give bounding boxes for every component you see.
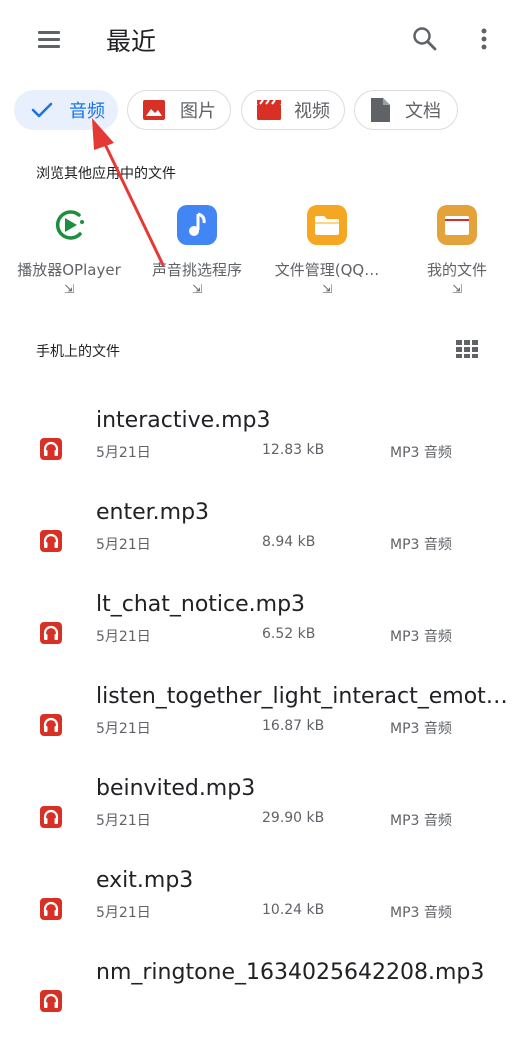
file-date: 5月21日 — [96, 445, 151, 461]
filter-chip-image[interactable]: 图片 — [127, 90, 231, 130]
file-date: 5月21日 — [96, 721, 151, 737]
file-type: MP3 音频 — [390, 537, 452, 553]
file-name: listen_together_light_interact_emot… — [96, 684, 508, 709]
search-icon[interactable] — [410, 24, 440, 54]
file-size: 12.83 kB — [262, 442, 325, 458]
chip-label: 图片 — [180, 101, 216, 122]
file-size: 29.90 kB — [262, 810, 325, 826]
headphones-icon — [40, 990, 62, 1012]
section-header-other-apps: 浏览其他应用中的文件 — [36, 166, 176, 182]
hamburger-icon[interactable] — [36, 28, 62, 50]
file-row[interactable]: exit.mp3 5月21日 10.24 kB MP3 音频 — [0, 868, 530, 960]
file-row[interactable]: nm_ringtone_1634025642208.mp3 — [0, 960, 530, 1052]
app-name: 播放器OPlayer — [17, 261, 121, 279]
play-circle-icon — [49, 205, 89, 245]
folder-icon — [437, 205, 477, 245]
file-type: MP3 音频 — [390, 629, 452, 645]
filter-chip-document[interactable]: 文档 — [354, 90, 458, 130]
file-name: beinvited.mp3 — [96, 776, 256, 801]
app-name: 文件管理(QQ… — [274, 261, 380, 279]
headphones-icon — [40, 806, 62, 828]
file-row[interactable]: enter.mp3 5月21日 8.94 kB MP3 音频 — [0, 500, 530, 592]
open-external-icon: ⇲ — [321, 282, 333, 296]
image-icon — [142, 99, 166, 121]
app-qq-file-manager[interactable]: 文件管理(QQ… ⇲ — [262, 205, 392, 296]
open-external-icon: ⇲ — [63, 282, 75, 296]
file-date: 5月21日 — [96, 629, 151, 645]
file-type: MP3 音频 — [390, 905, 452, 921]
file-date: 5月21日 — [96, 905, 151, 921]
filter-chip-audio[interactable]: 音频 — [14, 90, 118, 130]
file-type: MP3 音频 — [390, 445, 452, 461]
file-row[interactable]: interactive.mp3 5月21日 12.83 kB MP3 音频 — [0, 408, 530, 500]
headphones-icon — [40, 438, 62, 460]
check-icon — [31, 101, 53, 119]
headphones-icon — [40, 530, 62, 552]
page-title: 最近 — [106, 27, 157, 56]
headphones-icon — [40, 898, 62, 920]
app-sound-picker[interactable]: 声音挑选程序 ⇲ — [132, 205, 262, 296]
top-app-bar: 最近 — [0, 0, 530, 80]
file-row[interactable]: lt_chat_notice.mp3 5月21日 6.52 kB MP3 音频 — [0, 592, 530, 684]
chip-label: 音频 — [69, 101, 105, 122]
headphones-icon — [40, 714, 62, 736]
file-row[interactable]: listen_together_light_interact_emot… 5月21… — [0, 684, 530, 776]
file-name: enter.mp3 — [96, 500, 210, 525]
grid-view-icon[interactable] — [455, 339, 479, 359]
file-name: interactive.mp3 — [96, 408, 271, 433]
chip-label: 视频 — [294, 101, 330, 122]
file-size: 8.94 kB — [262, 534, 316, 550]
document-icon — [369, 97, 391, 123]
folder-icon — [307, 205, 347, 245]
file-name: nm_ringtone_1634025642208.mp3 — [96, 960, 485, 985]
file-date: 5月21日 — [96, 537, 151, 553]
chip-label: 文档 — [405, 101, 441, 122]
headphones-icon — [40, 622, 62, 644]
video-icon — [256, 99, 282, 121]
open-external-icon: ⇲ — [451, 282, 463, 296]
app-my-files[interactable]: 我的文件 ⇲ — [392, 205, 522, 296]
app-name: 我的文件 — [426, 261, 487, 279]
app-oplayer[interactable]: 播放器OPlayer ⇲ — [4, 205, 134, 296]
file-type: MP3 音频 — [390, 721, 452, 737]
file-date: 5月21日 — [96, 813, 151, 829]
open-external-icon: ⇲ — [191, 282, 203, 296]
filter-chip-video[interactable]: 视频 — [241, 90, 345, 130]
app-name: 声音挑选程序 — [151, 261, 242, 279]
file-name: exit.mp3 — [96, 868, 194, 893]
file-name: lt_chat_notice.mp3 — [96, 592, 306, 617]
section-header-phone-files: 手机上的文件 — [36, 344, 120, 360]
file-size: 10.24 kB — [262, 902, 325, 918]
file-size: 16.87 kB — [262, 718, 325, 734]
more-vert-icon[interactable] — [474, 24, 494, 54]
music-note-icon — [177, 205, 217, 245]
file-size: 6.52 kB — [262, 626, 316, 642]
file-type: MP3 音频 — [390, 813, 452, 829]
file-row[interactable]: beinvited.mp3 5月21日 29.90 kB MP3 音频 — [0, 776, 530, 868]
